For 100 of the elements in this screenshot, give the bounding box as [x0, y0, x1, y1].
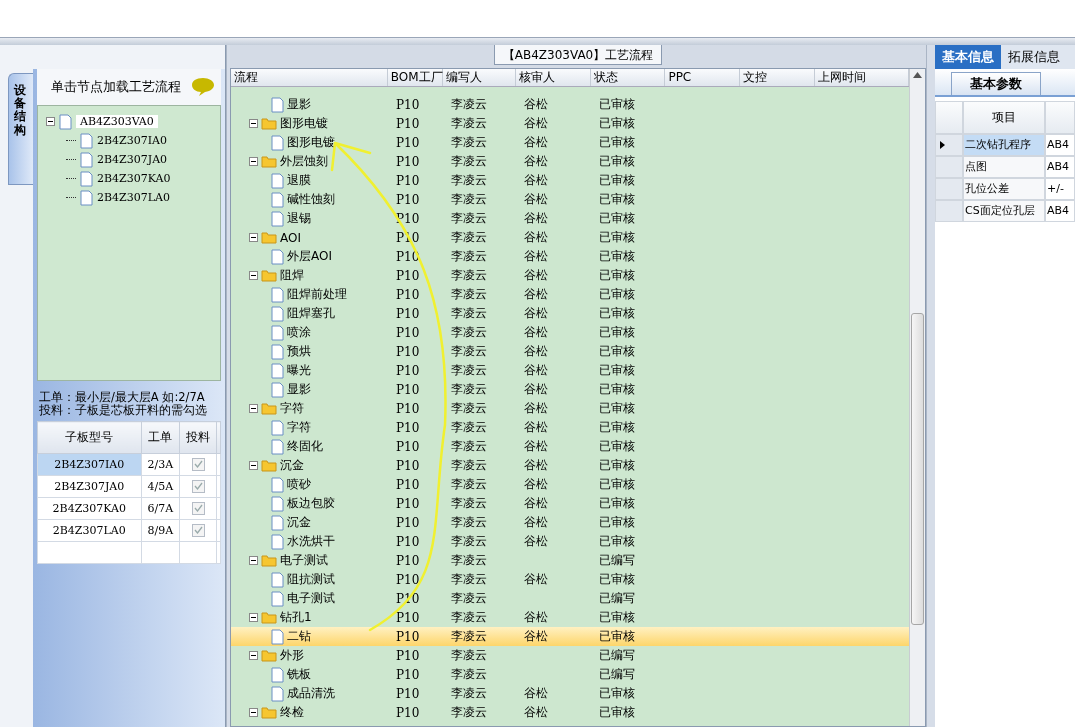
flow-row[interactable]: 阻焊前处理 P10 李凌云 谷松 已审核 [231, 285, 909, 304]
row-header[interactable] [935, 134, 963, 156]
flow-row[interactable]: 显影 P10 李凌云 谷松 已审核 [231, 95, 909, 114]
collapse-icon[interactable] [249, 556, 258, 565]
column-header[interactable]: 工单 [141, 421, 180, 454]
status: 已审核 [598, 134, 636, 151]
column-header[interactable]: 子板型号 [37, 421, 142, 454]
column-header[interactable]: 投料 [179, 421, 217, 454]
column-header[interactable]: 编写人 [442, 69, 516, 86]
checkbox[interactable] [191, 458, 205, 471]
checkmark-icon [193, 460, 203, 468]
bom-factory: P10 [395, 173, 421, 188]
column-header[interactable]: 上网时间 [815, 69, 909, 86]
flow-row[interactable]: 喷涂 P10 李凌云 谷松 已审核 [231, 323, 909, 342]
tree-node[interactable]: 2B4Z307KA0 [97, 172, 171, 185]
document-icon [80, 170, 93, 187]
checkbox[interactable] [191, 480, 205, 493]
status: 已审核 [598, 704, 636, 721]
flow-row[interactable]: 板边包胶 P10 李凌云 谷松 已审核 [231, 494, 909, 513]
flow-row[interactable]: 字符 P10 李凌云 谷松 已审核 [231, 418, 909, 437]
status: 已审核 [598, 571, 636, 588]
flow-row[interactable]: 阻焊塞孔 P10 李凌云 谷松 已审核 [231, 304, 909, 323]
flow-row[interactable]: 终检 P10 李凌云 谷松 已审核 [231, 703, 909, 722]
step-name: 字符 [287, 419, 311, 436]
status: 已审核 [598, 495, 636, 512]
flow-row[interactable]: 铣板 P10 李凌云 已编写 [231, 665, 909, 684]
checkmark-icon [193, 482, 203, 490]
flow-row[interactable]: 显影 P10 李凌云 谷松 已审核 [231, 380, 909, 399]
writer: 李凌云 [450, 476, 488, 493]
flow-row[interactable]: 喷砂 P10 李凌云 谷松 已审核 [231, 475, 909, 494]
flow-row[interactable]: 水洗烘干 P10 李凌云 谷松 已审核 [231, 532, 909, 551]
writer: 李凌云 [450, 666, 488, 683]
flow-row[interactable]: 二钻 P10 李凌云 谷松 已审核 [231, 627, 909, 646]
collapse-icon[interactable] [46, 117, 55, 126]
flow-row[interactable]: 图形电镀 P10 李凌云 谷松 已审核 [231, 114, 909, 133]
flow-row[interactable]: 阻抗测试 P10 李凌云 谷松 已审核 [231, 570, 909, 589]
collapse-icon[interactable] [249, 651, 258, 660]
reviewer: 谷松 [523, 685, 549, 702]
flow-row[interactable]: 钻孔1 P10 李凌云 谷松 已审核 [231, 608, 909, 627]
flow-row[interactable]: 外形 P10 李凌云 已编写 [231, 646, 909, 665]
scroll-up-icon[interactable] [913, 72, 922, 78]
flow-row[interactable]: 阻焊 P10 李凌云 谷松 已审核 [231, 266, 909, 285]
status: 已审核 [598, 248, 636, 265]
checkbox[interactable] [191, 502, 205, 515]
column-header[interactable]: 核审人 [515, 69, 591, 86]
status: 已审核 [598, 400, 636, 417]
flow-row[interactable]: 外层蚀刻 P10 李凌云 谷松 已审核 [231, 152, 909, 171]
status: 已审核 [598, 267, 636, 284]
tab[interactable]: 基本信息 [935, 45, 1001, 69]
side-tab[interactable]: 设备结构 [8, 73, 33, 185]
reviewer: 谷松 [523, 609, 549, 626]
column-header[interactable]: BOM工厂 [387, 69, 443, 86]
flow-row[interactable]: 终固化 P10 李凌云 谷松 已审核 [231, 437, 909, 456]
status: 已审核 [598, 191, 636, 208]
checkbox[interactable] [191, 524, 205, 537]
flow-row[interactable]: 字符 P10 李凌云 谷松 已审核 [231, 399, 909, 418]
bom-factory: P10 [395, 306, 421, 321]
tab[interactable]: 拓展信息 [1001, 45, 1067, 69]
step-name: 钻孔1 [280, 609, 312, 626]
collapse-icon[interactable] [249, 404, 258, 413]
collapse-icon[interactable] [249, 613, 258, 622]
tree-node[interactable]: 2B4Z307LA0 [97, 191, 170, 204]
document-icon [271, 533, 284, 550]
header-corner [935, 101, 963, 134]
flow-row[interactable]: 沉金 P10 李凌云 谷松 已审核 [231, 513, 909, 532]
column-header[interactable]: 流程 [231, 69, 388, 86]
collapse-icon[interactable] [249, 233, 258, 242]
reviewer: 谷松 [523, 210, 549, 227]
flow-row[interactable]: 沉金 P10 李凌云 谷松 已审核 [231, 456, 909, 475]
flow-row[interactable]: 退膜 P10 李凌云 谷松 已审核 [231, 171, 909, 190]
step-name: AOI [280, 230, 301, 245]
tab[interactable]: 基本参数 [951, 72, 1041, 95]
scrollbar-thumb[interactable] [911, 313, 924, 625]
reviewer: 谷松 [523, 305, 549, 322]
bom-factory: P10 [395, 572, 421, 587]
table-cell: AB4 [1045, 200, 1075, 222]
column-header[interactable]: 项目 [963, 101, 1045, 134]
column-header[interactable]: 文控 [740, 69, 816, 86]
collapse-icon[interactable] [249, 119, 258, 128]
collapse-icon[interactable] [249, 157, 258, 166]
column-header[interactable]: PPC [665, 69, 741, 86]
flow-row[interactable]: 碱性蚀刻 P10 李凌云 谷松 已审核 [231, 190, 909, 209]
tree-node[interactable]: 2B4Z307JA0 [97, 153, 168, 166]
writer: 李凌云 [450, 248, 488, 265]
reviewer: 谷松 [523, 514, 549, 531]
collapse-icon[interactable] [249, 461, 258, 470]
column-header[interactable]: 状态 [590, 69, 666, 86]
folder-icon [261, 402, 277, 415]
flow-row[interactable]: 成品清洗 P10 李凌云 谷松 已审核 [231, 684, 909, 703]
flow-row[interactable]: 曝光 P10 李凌云 谷松 已审核 [231, 361, 909, 380]
reviewer: 谷松 [523, 286, 549, 303]
status: 已审核 [598, 438, 636, 455]
tree-node[interactable]: AB4Z303VA0 [76, 115, 158, 128]
tree-node[interactable]: 2B4Z307IA0 [97, 134, 167, 147]
flow-row[interactable]: 预烘 P10 李凌云 谷松 已审核 [231, 342, 909, 361]
collapse-icon[interactable] [249, 708, 258, 717]
flow-row[interactable]: 图形电镀 P10 李凌云 谷松 已审核 [231, 133, 909, 152]
flow-row[interactable]: 电子测试 P10 李凌云 已编写 [231, 551, 909, 570]
step-name: 阻抗测试 [287, 571, 335, 588]
collapse-icon[interactable] [249, 271, 258, 280]
